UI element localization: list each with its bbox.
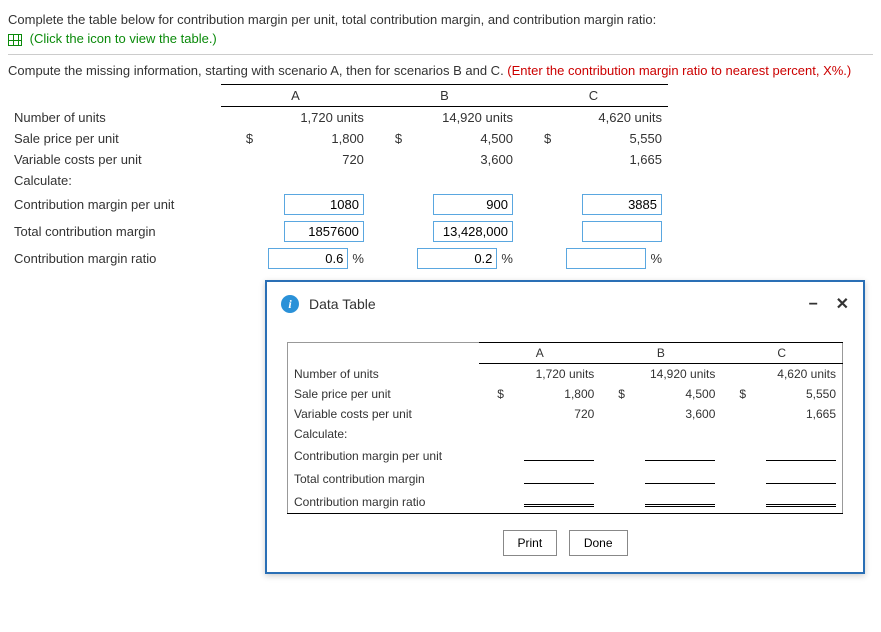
row-cmpu-label: Contribution margin per unit xyxy=(8,191,221,218)
col-header-a: A xyxy=(221,85,370,107)
row-sale-label: Sale price per unit xyxy=(8,128,221,149)
units-c: 4,620 units xyxy=(519,107,668,129)
instruction-line-2: Compute the missing information, startin… xyxy=(8,63,507,78)
row-units-label: Number of units xyxy=(8,107,221,129)
instruction-line-1: Complete the table below for contributio… xyxy=(8,12,873,27)
minimize-button[interactable]: − xyxy=(809,296,818,313)
dt-varcost-a: 720 xyxy=(479,404,600,424)
data-table: A B C Number of units 1,720 units 14,920… xyxy=(287,342,843,514)
dt-sale-c: 5,550 xyxy=(806,387,836,401)
sale-b: 4,500 xyxy=(480,131,513,146)
rounding-hint: (Enter the contribution margin ratio to … xyxy=(507,63,851,78)
dt-cmpu-label: Contribution margin per unit xyxy=(288,444,480,467)
blank-line xyxy=(645,447,715,461)
cmr-c-input[interactable] xyxy=(566,248,646,269)
percent-sign: % xyxy=(352,251,364,266)
divider xyxy=(8,54,873,55)
dt-sale-a: 1,800 xyxy=(564,387,594,401)
print-button[interactable]: Print xyxy=(503,530,558,556)
percent-sign: % xyxy=(501,251,513,266)
dollar-sign: $ xyxy=(618,387,625,401)
table-icon[interactable] xyxy=(8,34,22,46)
dt-units-c: 4,620 units xyxy=(721,364,842,385)
dt-col-b: B xyxy=(600,343,721,364)
dt-col-a: A xyxy=(479,343,600,364)
dt-units-label: Number of units xyxy=(288,364,480,385)
dt-tcm-label: Total contribution margin xyxy=(288,467,480,490)
blank-line xyxy=(645,470,715,484)
sale-a: 1,800 xyxy=(331,131,364,146)
dt-calculate-label: Calculate: xyxy=(288,424,480,444)
dt-sale-label: Sale price per unit xyxy=(288,384,480,404)
dt-col-c: C xyxy=(721,343,842,364)
dollar-sign: $ xyxy=(246,131,253,146)
modal-title: Data Table xyxy=(309,296,795,312)
row-cmr-label: Contribution margin ratio xyxy=(8,245,221,272)
dollar-sign: $ xyxy=(544,131,551,146)
blank-line xyxy=(524,470,594,484)
close-button[interactable]: ✕ xyxy=(836,296,849,313)
tcm-a-input[interactable] xyxy=(284,221,364,242)
view-table-link[interactable]: (Click the icon to view the table.) xyxy=(30,31,217,46)
cmr-b-input[interactable] xyxy=(417,248,497,269)
dt-units-b: 14,920 units xyxy=(600,364,721,385)
blank-line xyxy=(524,447,594,461)
percent-sign: % xyxy=(650,251,662,266)
units-a: 1,720 units xyxy=(221,107,370,129)
row-varcost-label: Variable costs per unit xyxy=(8,149,221,170)
dollar-sign: $ xyxy=(395,131,402,146)
cmpu-b-input[interactable] xyxy=(433,194,513,215)
dt-units-a: 1,720 units xyxy=(479,364,600,385)
blank-line xyxy=(645,493,715,507)
varcost-a: 720 xyxy=(221,149,370,170)
blank-line xyxy=(766,470,836,484)
info-icon: i xyxy=(281,295,299,313)
blank-line xyxy=(766,493,836,507)
dt-varcost-label: Variable costs per unit xyxy=(288,404,480,424)
sale-c: 5,550 xyxy=(629,131,662,146)
dt-varcost-b: 3,600 xyxy=(600,404,721,424)
done-button[interactable]: Done xyxy=(569,530,628,556)
dt-sale-b: 4,500 xyxy=(685,387,715,401)
dollar-sign: $ xyxy=(739,387,746,401)
dt-cmr-label: Contribution margin ratio xyxy=(288,490,480,514)
col-header-b: B xyxy=(370,85,519,107)
dollar-sign: $ xyxy=(497,387,504,401)
blank-line xyxy=(766,447,836,461)
cmpu-a-input[interactable] xyxy=(284,194,364,215)
col-header-c: C xyxy=(519,85,668,107)
dt-varcost-c: 1,665 xyxy=(721,404,842,424)
blank-line xyxy=(524,493,594,507)
cmr-a-input[interactable] xyxy=(268,248,348,269)
varcost-b: 3,600 xyxy=(370,149,519,170)
cmpu-c-input[interactable] xyxy=(582,194,662,215)
data-table-modal: i Data Table − ✕ A B C Number of units 1… xyxy=(265,280,865,574)
units-b: 14,920 units xyxy=(370,107,519,129)
tcm-b-input[interactable] xyxy=(433,221,513,242)
row-tcm-label: Total contribution margin xyxy=(8,218,221,245)
main-table: A B C Number of units 1,720 units 14,920… xyxy=(8,84,668,272)
row-calculate-label: Calculate: xyxy=(8,170,221,191)
varcost-c: 1,665 xyxy=(519,149,668,170)
tcm-c-input[interactable] xyxy=(582,221,662,242)
